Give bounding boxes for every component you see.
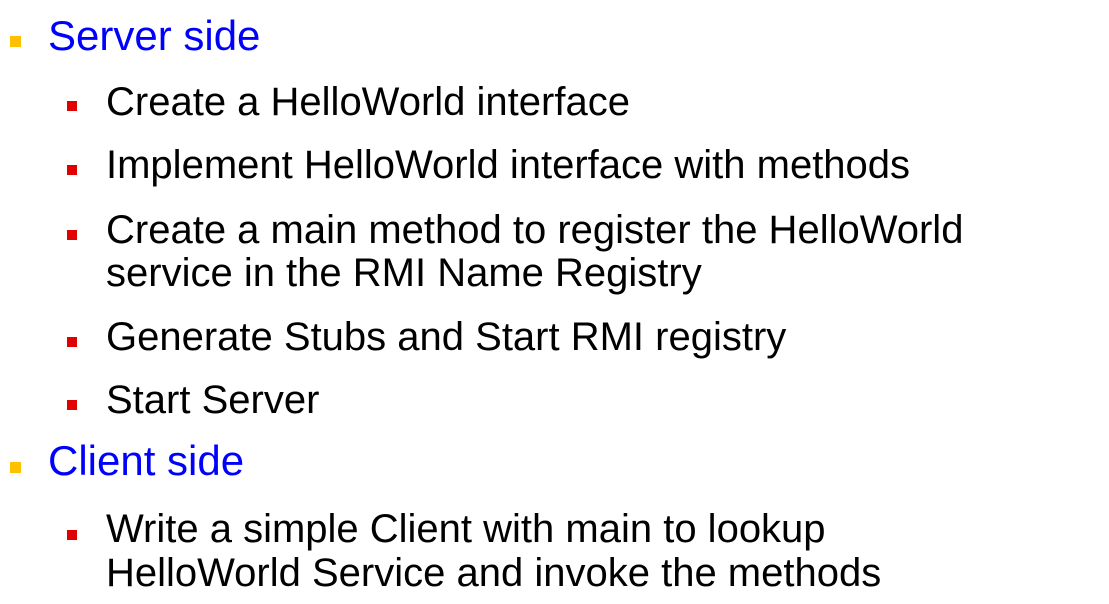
- slide: Server side Create a HelloWorld interfac…: [0, 0, 1109, 604]
- item-create-main-method-cont: service in the RMI Name Registry: [106, 251, 702, 295]
- item-bullet-4: [67, 337, 77, 347]
- item-bullet-3: [67, 230, 77, 240]
- section-bullet-client: [10, 462, 21, 473]
- item-bullet-5: [67, 400, 77, 410]
- item-bullet-6: [67, 530, 77, 540]
- item-write-client-cont: HelloWorld Service and invoke the method…: [106, 551, 882, 595]
- section-title-server: Server side: [48, 12, 261, 59]
- section-title-client: Client side: [48, 437, 245, 484]
- item-start-server: Start Server: [106, 378, 320, 422]
- item-create-interface: Create a HelloWorld interface: [106, 80, 630, 124]
- item-bullet-2: [67, 165, 77, 175]
- item-write-client: Write a simple Client with main to looku…: [106, 507, 826, 551]
- section-bullet-server: [10, 36, 21, 47]
- item-create-main-method: Create a main method to register the Hel…: [106, 208, 964, 252]
- item-implement-interface: Implement HelloWorld interface with meth…: [106, 143, 911, 187]
- item-bullet-1: [67, 101, 77, 111]
- item-generate-stubs: Generate Stubs and Start RMI registry: [106, 315, 787, 359]
